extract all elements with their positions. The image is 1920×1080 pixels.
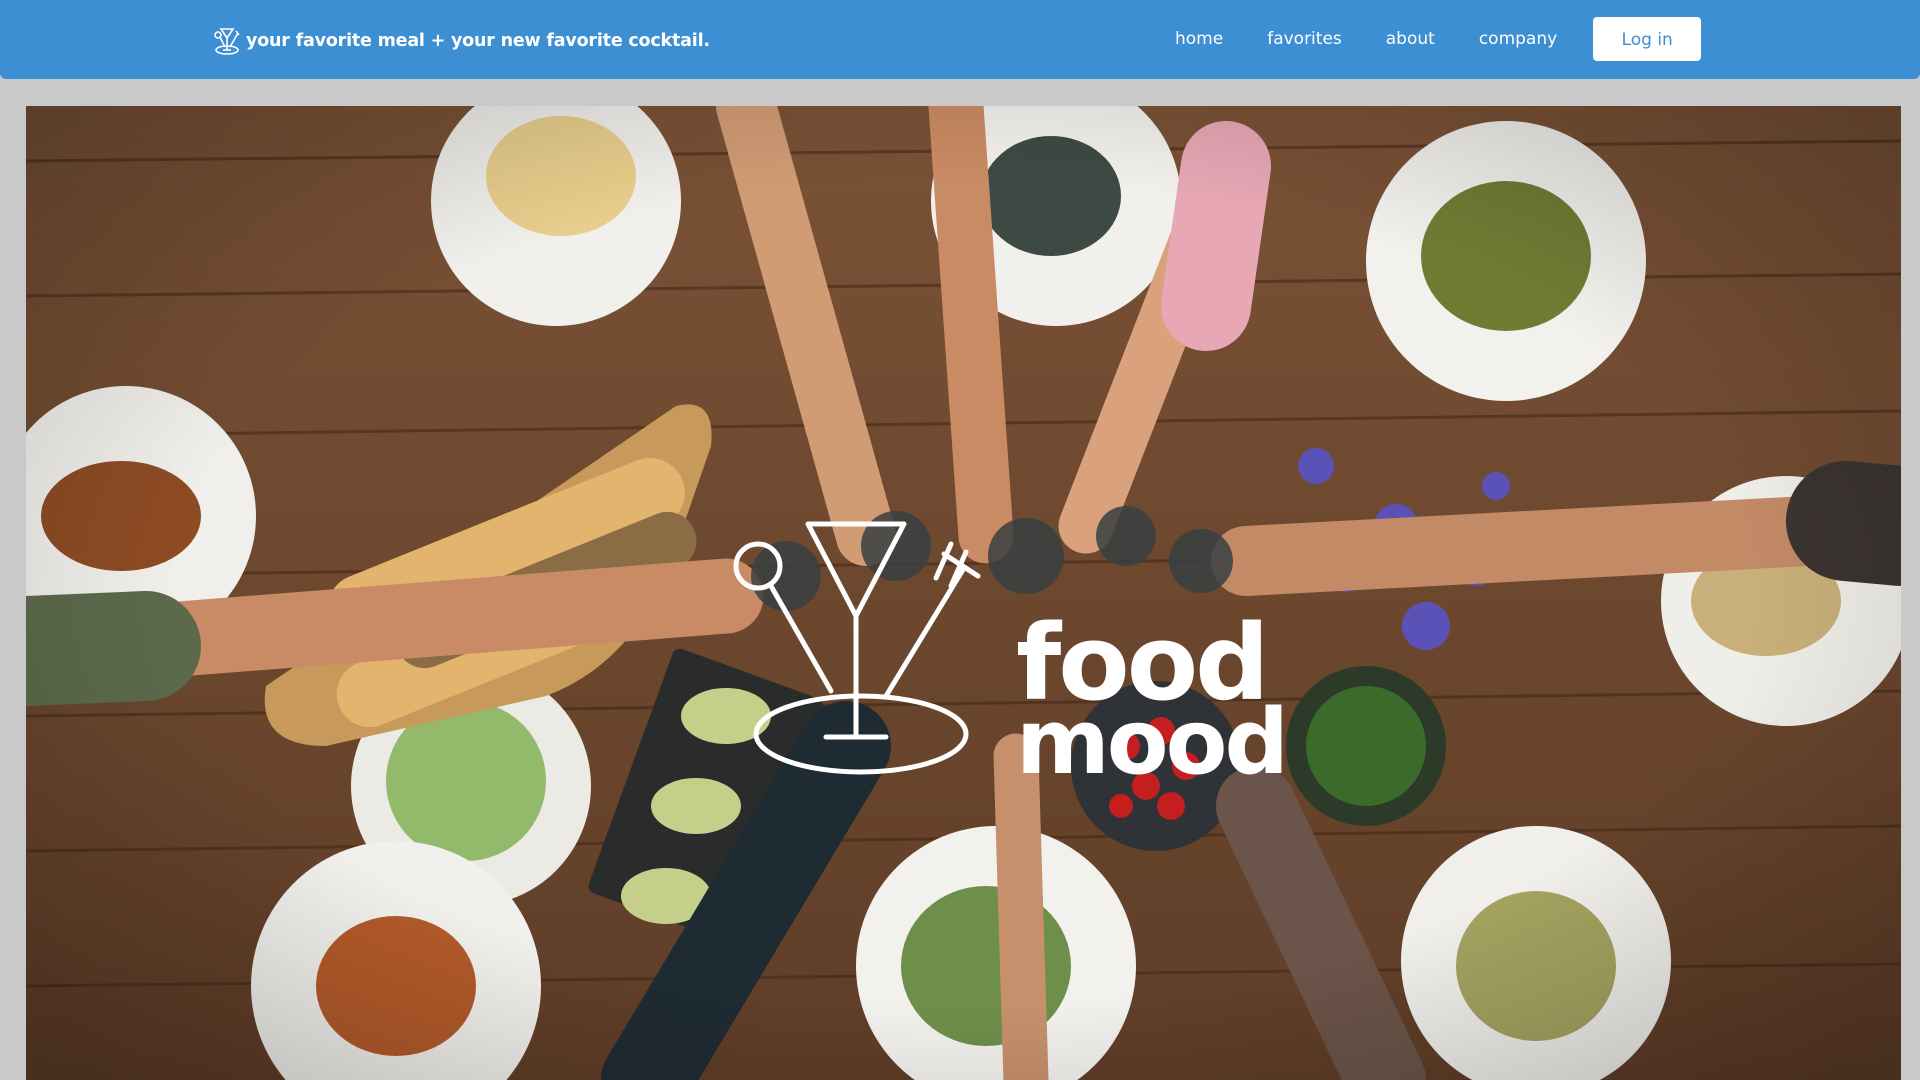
hero-image: food mood — [26, 106, 1901, 1080]
nav-company[interactable]: company — [1479, 16, 1557, 62]
martini-fork-spoon-icon — [214, 28, 240, 55]
top-navbar: your favorite meal + your new favorite c… — [0, 0, 1920, 79]
hero-logo-wordmark: food mood — [1016, 611, 1289, 796]
nav-favorites[interactable]: favorites — [1267, 16, 1342, 62]
nav-home[interactable]: home — [1175, 16, 1223, 62]
nav-about[interactable]: about — [1386, 16, 1435, 62]
brand[interactable]: your favorite meal + your new favorite c… — [210, 25, 710, 57]
hero-logo-line2: mood — [1016, 690, 1289, 796]
login-button[interactable]: Log in — [1593, 17, 1702, 61]
tagline: your favorite meal + your new favorite c… — [246, 31, 710, 51]
main-nav: home favorites about company Log in — [1175, 16, 1702, 62]
